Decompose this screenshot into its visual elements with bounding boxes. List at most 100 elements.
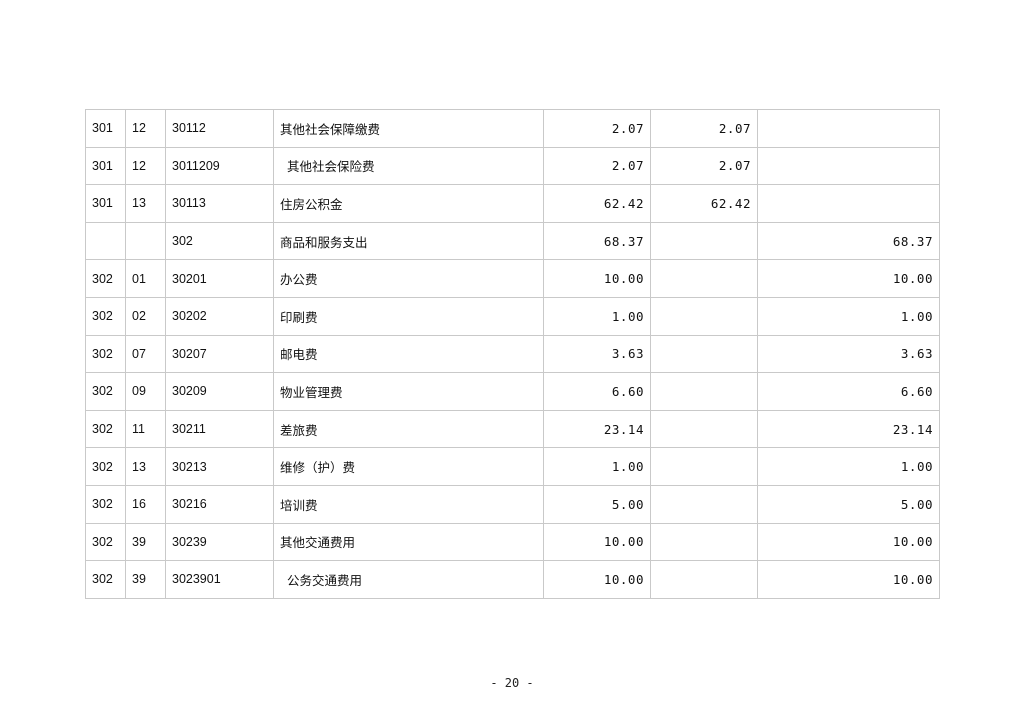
item-code-cell: 07 xyxy=(125,334,166,374)
basic-expenditure-cell xyxy=(650,296,758,336)
project-expenditure-cell: 10.00 xyxy=(757,560,940,599)
subject-code-cell: 30216 xyxy=(165,484,274,524)
class-code-cell: 301 xyxy=(85,184,126,223)
basic-expenditure-cell xyxy=(650,259,758,298)
project-expenditure-cell: 10.00 xyxy=(757,259,940,298)
item-code-cell: 16 xyxy=(125,484,166,524)
class-code-cell: 302 xyxy=(85,484,126,524)
item-code-cell: 13 xyxy=(125,447,166,486)
table-row: 302 39 30239 其他交通费用 10.00 10.00 xyxy=(85,522,940,562)
item-code-cell: 13 xyxy=(125,184,166,223)
project-expenditure-cell: 3.63 xyxy=(757,334,940,374)
total-amount-cell: 3.63 xyxy=(543,334,651,374)
subject-code-cell: 30202 xyxy=(165,296,274,336)
total-amount-cell: 1.00 xyxy=(543,296,651,336)
subject-code-cell: 30112 xyxy=(165,109,274,148)
subject-code-cell: 30113 xyxy=(165,184,274,223)
subject-code-cell: 30239 xyxy=(165,522,274,562)
subject-name-cell: 维修（护）费 xyxy=(273,447,544,486)
table-row: 302 09 30209 物业管理费 6.60 6.60 xyxy=(85,372,940,411)
subject-name-cell: 差旅费 xyxy=(273,409,544,449)
class-code-cell: 302 xyxy=(85,560,126,599)
expenditure-table: 301 12 30112 其他社会保障缴费 2.07 2.07 301 12 3011209 其他… xyxy=(85,109,940,599)
subject-name-cell: 物业管理费 xyxy=(273,372,544,411)
item-code-cell: 01 xyxy=(125,259,166,298)
subject-name-cell: 办公费 xyxy=(273,259,544,298)
class-code-cell: 302 xyxy=(85,334,126,374)
table-row: 302 13 30213 维修（护）费 1.00 1.00 xyxy=(85,447,940,486)
subject-code-cell: 3023901 xyxy=(165,560,274,599)
subject-name-cell: 住房公积金 xyxy=(273,184,544,223)
basic-expenditure-cell xyxy=(650,560,758,599)
table-row: 302 02 30202 印刷费 1.00 1.00 xyxy=(85,296,940,336)
subject-code-cell: 30213 xyxy=(165,447,274,486)
subject-code-cell: 30201 xyxy=(165,259,274,298)
class-code-cell: 301 xyxy=(85,146,126,186)
class-code-cell xyxy=(85,221,126,261)
subject-name-cell: 印刷费 xyxy=(273,296,544,336)
basic-expenditure-cell xyxy=(650,522,758,562)
subject-code-cell: 30211 xyxy=(165,409,274,449)
table-row: 302 39 3023901 公务交通费用 10.00 10.00 xyxy=(85,560,940,599)
basic-expenditure-cell: 2.07 xyxy=(650,109,758,148)
basic-expenditure-cell: 2.07 xyxy=(650,146,758,186)
project-expenditure-cell: 68.37 xyxy=(757,221,940,261)
total-amount-cell: 6.60 xyxy=(543,372,651,411)
table-row: 302 16 30216 培训费 5.00 5.00 xyxy=(85,484,940,524)
class-code-cell: 302 xyxy=(85,296,126,336)
subject-code-cell: 30209 xyxy=(165,372,274,411)
table-body: 301 12 30112 其他社会保障缴费 2.07 2.07 301 12 3011209 其他… xyxy=(85,109,940,599)
item-code-cell: 39 xyxy=(125,522,166,562)
project-expenditure-cell: 1.00 xyxy=(757,447,940,486)
total-amount-cell: 2.07 xyxy=(543,109,651,148)
subject-name-cell: 邮电费 xyxy=(273,334,544,374)
table-row: 301 12 3011209 其他社会保险费 2.07 2.07 xyxy=(85,146,940,186)
project-expenditure-cell xyxy=(757,146,940,186)
total-amount-cell: 23.14 xyxy=(543,409,651,449)
subject-code-cell: 302 xyxy=(165,221,274,261)
project-expenditure-cell: 5.00 xyxy=(757,484,940,524)
item-code-cell: 39 xyxy=(125,560,166,599)
total-amount-cell: 5.00 xyxy=(543,484,651,524)
subject-name-cell: 其他交通费用 xyxy=(273,522,544,562)
table-row: 301 12 30112 其他社会保障缴费 2.07 2.07 xyxy=(85,109,940,148)
basic-expenditure-cell: 62.42 xyxy=(650,184,758,223)
basic-expenditure-cell xyxy=(650,447,758,486)
project-expenditure-cell: 6.60 xyxy=(757,372,940,411)
class-code-cell: 302 xyxy=(85,447,126,486)
subject-name-cell: 公务交通费用 xyxy=(273,560,544,599)
project-expenditure-cell xyxy=(757,184,940,223)
page-number: - 20 - xyxy=(490,676,534,690)
table-row: 302 07 30207 邮电费 3.63 3.63 xyxy=(85,334,940,374)
item-code-cell: 12 xyxy=(125,146,166,186)
table-row: 301 13 30113 住房公积金 62.42 62.42 xyxy=(85,184,940,223)
basic-expenditure-cell xyxy=(650,409,758,449)
project-expenditure-cell: 23.14 xyxy=(757,409,940,449)
project-expenditure-cell: 10.00 xyxy=(757,522,940,562)
document-page: 301 12 30112 其他社会保障缴费 2.07 2.07 301 12 3011209 其他… xyxy=(0,0,1024,724)
class-code-cell: 302 xyxy=(85,372,126,411)
subject-name-cell: 培训费 xyxy=(273,484,544,524)
item-code-cell: 11 xyxy=(125,409,166,449)
class-code-cell: 301 xyxy=(85,109,126,148)
project-expenditure-cell: 1.00 xyxy=(757,296,940,336)
item-code-cell xyxy=(125,221,166,261)
class-code-cell: 302 xyxy=(85,522,126,562)
table-row: 302 11 30211 差旅费 23.14 23.14 xyxy=(85,409,940,449)
class-code-cell: 302 xyxy=(85,409,126,449)
item-code-cell: 09 xyxy=(125,372,166,411)
total-amount-cell: 2.07 xyxy=(543,146,651,186)
total-amount-cell: 68.37 xyxy=(543,221,651,261)
total-amount-cell: 10.00 xyxy=(543,560,651,599)
basic-expenditure-cell xyxy=(650,221,758,261)
subject-name-cell: 商品和服务支出 xyxy=(273,221,544,261)
class-code-cell: 302 xyxy=(85,259,126,298)
table-row: 302 01 30201 办公费 10.00 10.00 xyxy=(85,259,940,298)
total-amount-cell: 10.00 xyxy=(543,259,651,298)
subject-code-cell: 30207 xyxy=(165,334,274,374)
basic-expenditure-cell xyxy=(650,334,758,374)
subject-code-cell: 3011209 xyxy=(165,146,274,186)
total-amount-cell: 62.42 xyxy=(543,184,651,223)
total-amount-cell: 1.00 xyxy=(543,447,651,486)
total-amount-cell: 10.00 xyxy=(543,522,651,562)
